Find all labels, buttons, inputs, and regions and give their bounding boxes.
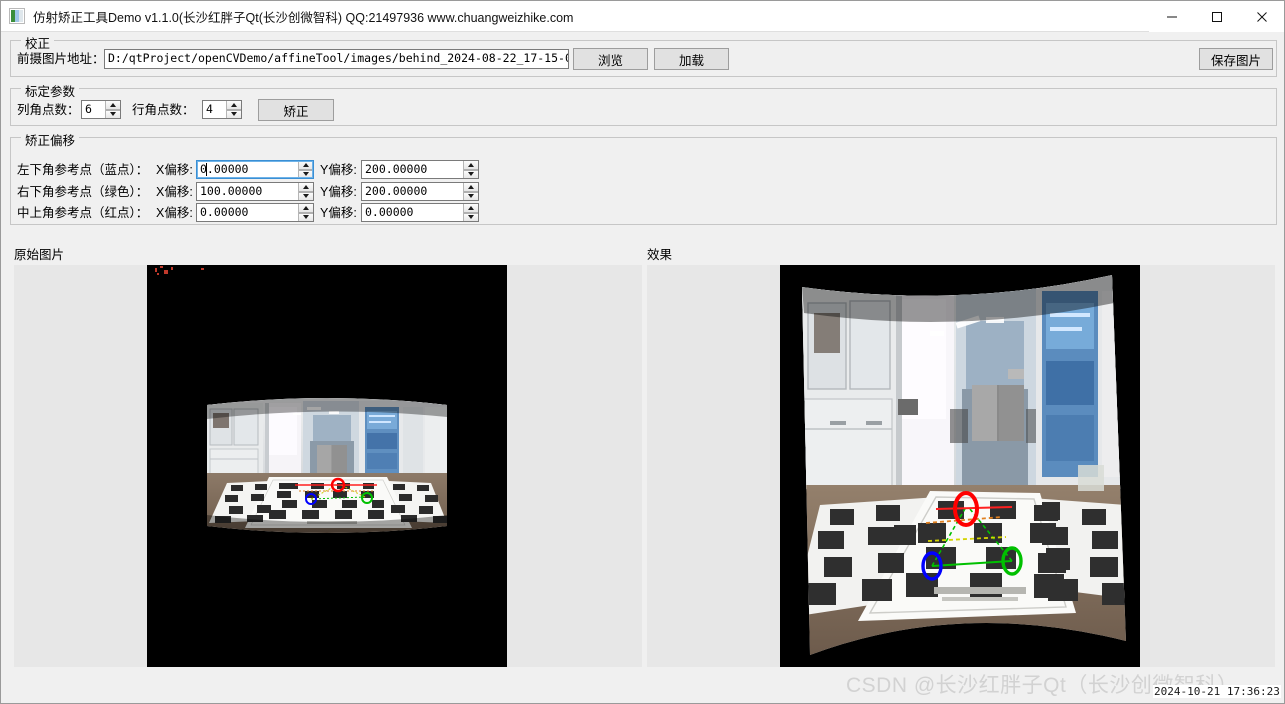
offset-y-arrows-1[interactable] <box>463 183 478 200</box>
maximize-button[interactable] <box>1194 1 1239 32</box>
offset-x-spinbox-0[interactable]: 0.00000 <box>196 160 314 179</box>
load-button[interactable]: 加载 <box>654 48 729 70</box>
spin-down-icon[interactable] <box>299 170 313 179</box>
close-button[interactable] <box>1239 1 1284 32</box>
window-title: 仿射矫正工具Demo v1.1.0(长沙红胖子Qt(长沙创微智科) QQ:214… <box>33 7 573 26</box>
offset-y-value-1: 200.00000 <box>362 183 463 200</box>
spin-down-icon[interactable] <box>464 213 478 222</box>
column-corners-label: 列角点数： <box>17 102 80 118</box>
minimize-icon <box>1166 11 1178 23</box>
spin-down-icon[interactable] <box>299 213 313 222</box>
offset-y-spinbox-2[interactable]: 0.00000 <box>361 203 479 222</box>
artifact-marks <box>155 266 235 278</box>
app-icon <box>9 8 25 24</box>
offset-x-value-2: 0.00000 <box>197 204 298 221</box>
offset-x-arrows-2[interactable] <box>298 204 313 221</box>
correct-button[interactable]: 矫正 <box>258 99 334 121</box>
offset-x-label-0: X偏移: <box>156 162 193 178</box>
browse-button[interactable]: 浏览 <box>573 48 648 70</box>
correction-group-legend: 校正 <box>21 33 54 52</box>
row-corners-spinbox[interactable]: 4 <box>202 100 242 119</box>
offset-x-spinbox-2[interactable]: 0.00000 <box>196 203 314 222</box>
spin-down-icon[interactable] <box>464 170 478 179</box>
offset-y-label-0: Y偏移: <box>320 162 357 178</box>
offset-x-arrows-0[interactable] <box>298 161 313 178</box>
offset-y-spinbox-0[interactable]: 200.00000 <box>361 160 479 179</box>
image-path-input[interactable]: D:/qtProject/openCVDemo/affineTool/image… <box>104 49 569 69</box>
offset-y-label-1: Y偏移: <box>320 184 357 200</box>
spin-down-icon[interactable] <box>299 192 313 201</box>
offset-y-value-0: 200.00000 <box>362 161 463 178</box>
spin-up-icon[interactable] <box>106 101 120 110</box>
effect-photo <box>790 269 1130 665</box>
spin-up-icon[interactable] <box>464 204 478 213</box>
maximize-icon <box>1211 11 1223 23</box>
row-corners-value: 4 <box>203 101 226 118</box>
offset-x-arrows-1[interactable] <box>298 183 313 200</box>
original-image-label: 原始图片 <box>14 244 64 263</box>
calibration-group-legend: 标定参数 <box>21 81 79 100</box>
column-corners-value: 6 <box>82 101 105 118</box>
close-icon <box>1256 11 1268 23</box>
window-controls <box>1149 1 1284 32</box>
row-corners-label: 行角点数： <box>132 102 195 118</box>
save-image-button[interactable]: 保存图片 <box>1199 48 1273 70</box>
spin-down-icon[interactable] <box>106 110 120 119</box>
minimize-button[interactable] <box>1149 1 1194 32</box>
calibration-params-group: 标定参数 <box>10 88 1277 126</box>
application-window: 仿射矫正工具Demo v1.1.0(长沙红胖子Qt(长沙创微智科) QQ:214… <box>0 0 1285 704</box>
effect-image-panel[interactable] <box>647 265 1275 668</box>
offset-x-value-1: 100.00000 <box>197 183 298 200</box>
screenshot-timestamp: 2024-10-21 17:36:23 <box>1153 685 1281 698</box>
offset-y-label-2: Y偏移: <box>320 205 357 221</box>
spin-up-icon[interactable] <box>299 204 313 213</box>
column-corners-spinbox[interactable]: 6 <box>81 100 121 119</box>
effect-image-label: 效果 <box>647 244 672 263</box>
image-path-label: 前摄图片地址： <box>17 51 105 67</box>
row-corners-arrows[interactable] <box>226 101 241 118</box>
title-bar: 仿射矫正工具Demo v1.1.0(长沙红胖子Qt(长沙创微智科) QQ:214… <box>1 1 1284 32</box>
original-image-canvas <box>147 265 507 668</box>
offset-row-label-2: 中上角参考点（红点）： <box>17 205 148 221</box>
offset-row-label-0: 左下角参考点（蓝点）： <box>17 162 148 178</box>
original-image-panel[interactable] <box>14 265 642 668</box>
offset-y-spinbox-1[interactable]: 200.00000 <box>361 182 479 201</box>
original-photo <box>207 397 447 534</box>
spin-down-icon[interactable] <box>464 192 478 201</box>
spin-down-icon[interactable] <box>227 110 241 119</box>
column-corners-arrows[interactable] <box>105 101 120 118</box>
offset-x-label-1: X偏移: <box>156 184 193 200</box>
offset-group-legend: 矫正偏移 <box>21 130 79 149</box>
offset-y-value-2: 0.00000 <box>362 204 463 221</box>
offset-row-label-1: 右下角参考点（绿色）： <box>17 184 148 200</box>
spin-up-icon[interactable] <box>464 183 478 192</box>
offset-y-arrows-2[interactable] <box>463 204 478 221</box>
offset-x-spinbox-1[interactable]: 100.00000 <box>196 182 314 201</box>
spin-up-icon[interactable] <box>464 161 478 170</box>
spin-up-icon[interactable] <box>299 161 313 170</box>
spin-up-icon[interactable] <box>227 101 241 110</box>
offset-y-arrows-0[interactable] <box>463 161 478 178</box>
offset-x-label-2: X偏移: <box>156 205 193 221</box>
spin-up-icon[interactable] <box>299 183 313 192</box>
offset-x-value-0: 0.00000 <box>197 161 298 178</box>
effect-image-canvas <box>780 265 1140 668</box>
